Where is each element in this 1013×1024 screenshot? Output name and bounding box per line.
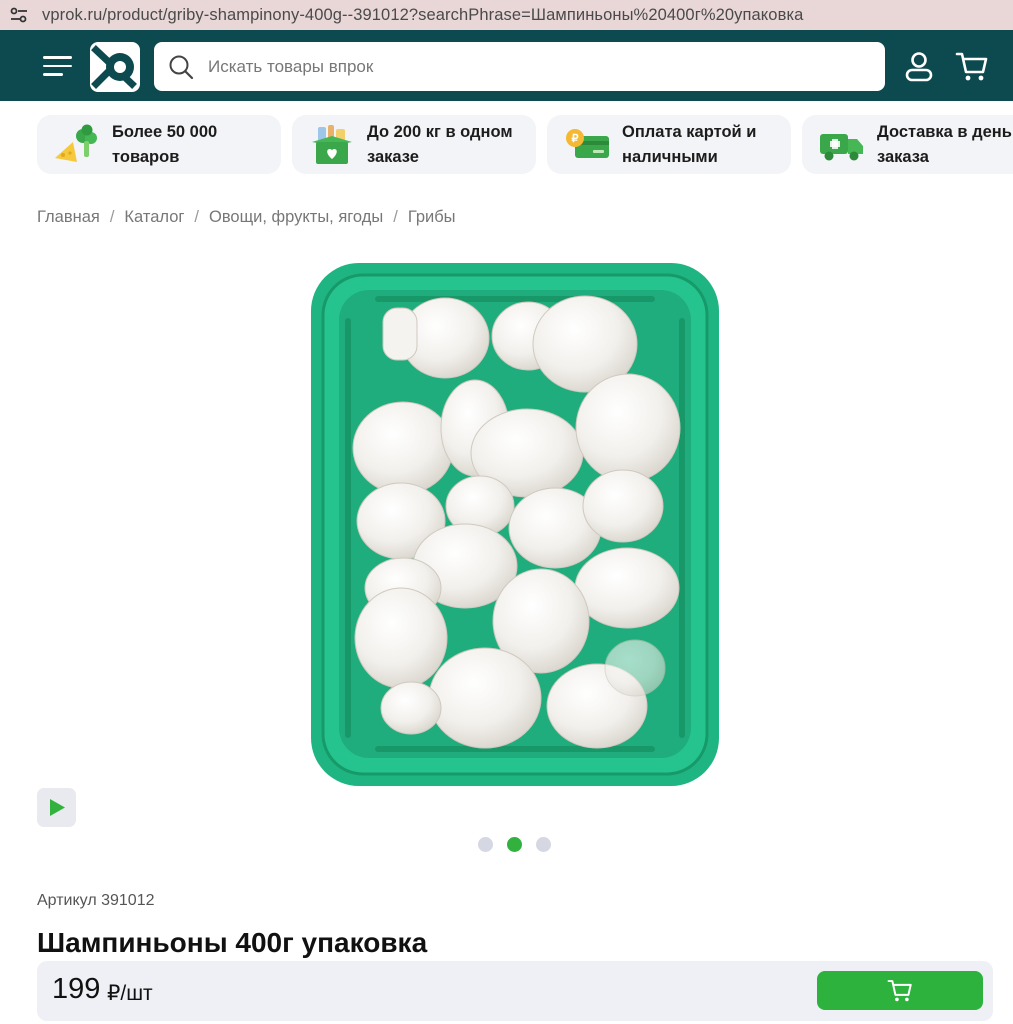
grocery-box-icon bbox=[312, 124, 352, 164]
product-title: Шампиньоны 400г упаковка bbox=[37, 927, 428, 958]
breadcrumb-separator: / bbox=[393, 208, 398, 226]
video-play-button[interactable] bbox=[37, 788, 76, 827]
product-image[interactable] bbox=[305, 258, 725, 793]
benefits-strip: Более 50 000 товаров До 200 кг в одном з… bbox=[37, 115, 1013, 174]
search-icon[interactable] bbox=[168, 54, 194, 80]
search-input[interactable] bbox=[208, 56, 848, 77]
breadcrumb-vegetables[interactable]: Овощи, фрукты, ягоды bbox=[209, 208, 383, 227]
product-price: 199 bbox=[52, 973, 101, 1005]
benefit-text: Доставка в день заказа bbox=[877, 122, 1012, 166]
breadcrumb-separator: / bbox=[194, 208, 199, 226]
product-article: Артикул 391012 bbox=[37, 892, 155, 909]
breadcrumb: Главная / Каталог / Овощи, фрукты, ягоды… bbox=[37, 208, 456, 227]
gallery-dot[interactable] bbox=[478, 837, 493, 852]
gallery-pagination bbox=[478, 837, 551, 852]
breadcrumb-separator: / bbox=[109, 208, 115, 226]
breadcrumb-catalog[interactable]: Каталог bbox=[124, 208, 184, 227]
gallery-dot[interactable] bbox=[536, 837, 551, 852]
menu-icon[interactable] bbox=[43, 56, 72, 76]
add-to-cart-button[interactable] bbox=[817, 971, 983, 1010]
search-bar[interactable] bbox=[154, 42, 885, 91]
breadcrumb-home[interactable]: Главная bbox=[37, 208, 100, 227]
benefit-text: Более 50 000 товаров bbox=[112, 122, 218, 166]
cart-icon bbox=[887, 979, 912, 1001]
play-icon bbox=[50, 799, 65, 816]
logo[interactable] bbox=[90, 42, 140, 92]
site-settings-icon[interactable] bbox=[10, 7, 28, 23]
card-coin-icon: ₽ bbox=[566, 128, 609, 158]
price-unit: ₽/шт bbox=[107, 982, 153, 1005]
benefit-item[interactable]: До 200 кг в одном заказе bbox=[292, 115, 536, 174]
broccoli-cheese-icon bbox=[55, 124, 97, 162]
benefit-item[interactable]: Доставка в день заказа bbox=[802, 115, 1013, 174]
benefit-item[interactable]: ₽ Оплата картой и наличными bbox=[547, 115, 791, 174]
benefit-text: До 200 кг в одном заказе bbox=[367, 122, 513, 166]
site-header bbox=[0, 30, 1013, 101]
url-text[interactable]: vprok.ru/product/griby-shampinony-400g--… bbox=[42, 6, 803, 25]
gallery-dot-active[interactable] bbox=[507, 837, 522, 852]
user-icon[interactable] bbox=[902, 50, 936, 84]
cart-icon[interactable] bbox=[955, 50, 989, 84]
breadcrumb-mushrooms[interactable]: Грибы bbox=[408, 208, 456, 227]
address-bar[interactable]: vprok.ru/product/griby-shampinony-400g--… bbox=[0, 0, 1013, 30]
price-bar: 199 ₽/шт bbox=[37, 961, 993, 1021]
svg-text:₽: ₽ bbox=[572, 133, 579, 145]
benefit-text: Оплата картой и наличными bbox=[622, 122, 757, 166]
delivery-truck-icon bbox=[820, 133, 863, 160]
benefit-item[interactable]: Более 50 000 товаров bbox=[37, 115, 281, 174]
